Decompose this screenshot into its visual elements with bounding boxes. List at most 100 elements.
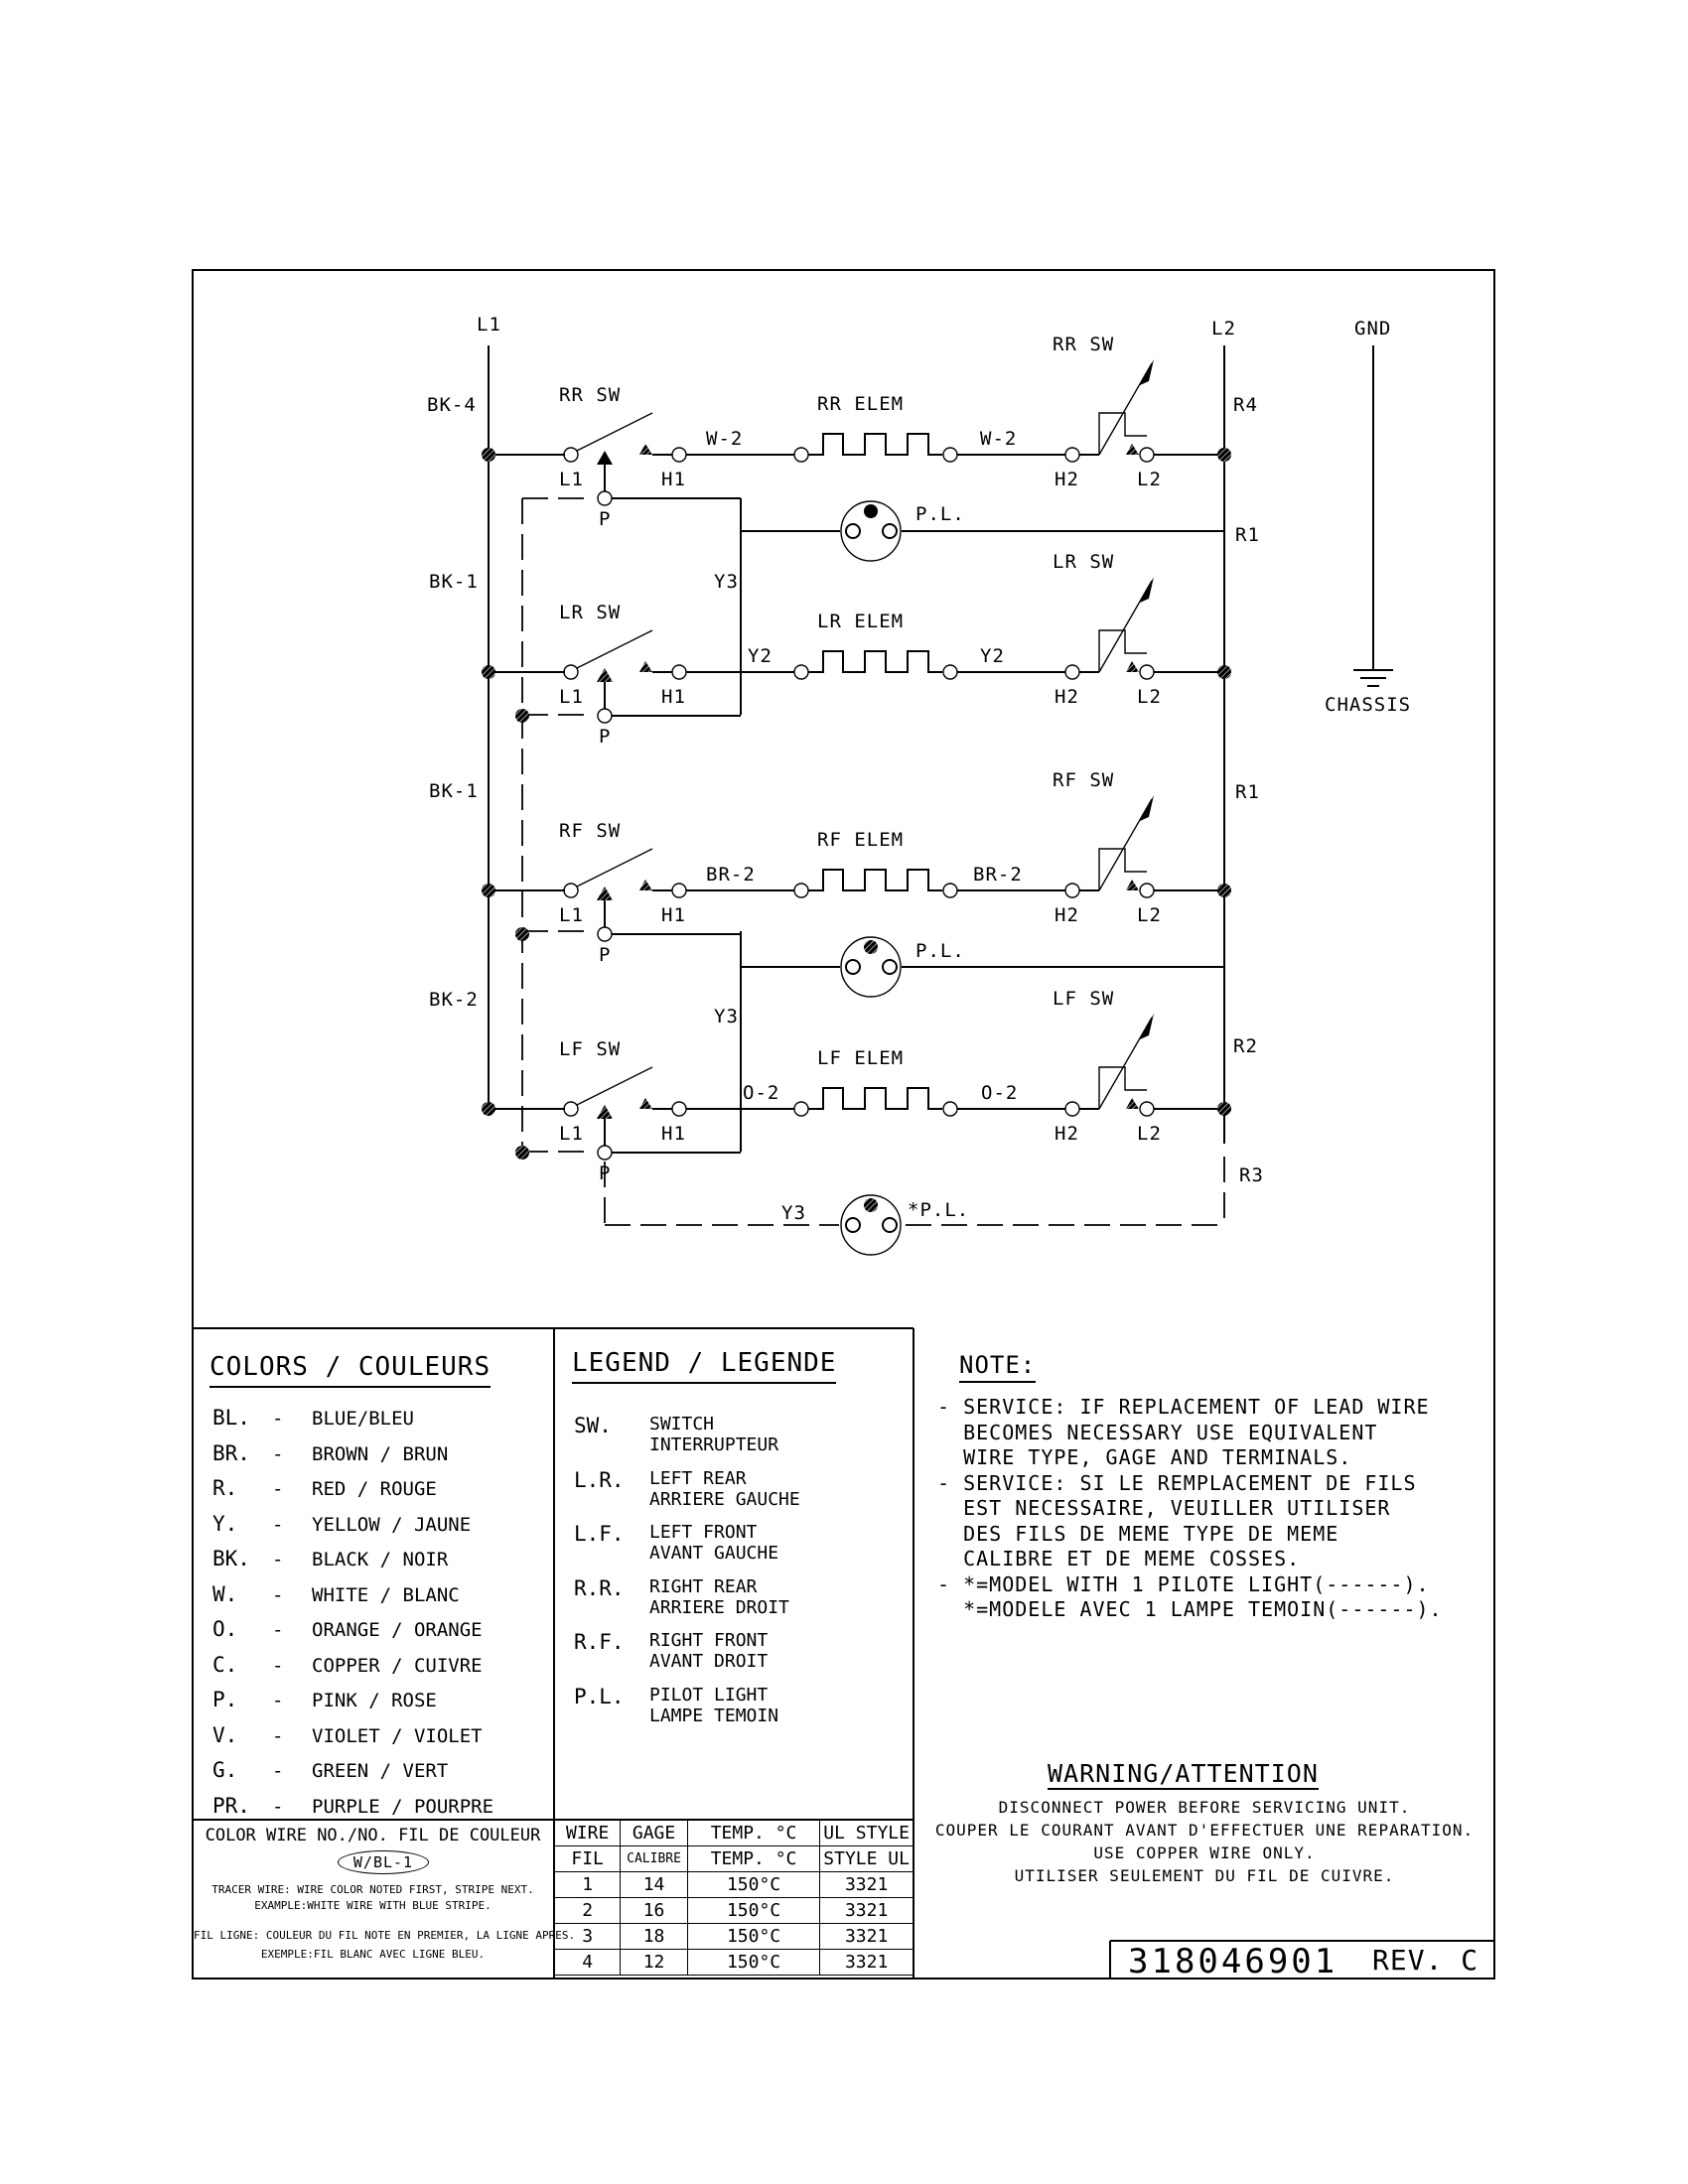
tracer-en-2: EXAMPLE:WHITE WIRE WITH BLUE STRIPE.: [254, 1899, 492, 1912]
gnd-label: GND: [1354, 318, 1391, 340]
heating-element-icon: [808, 650, 942, 673]
terminal-label: H2: [1055, 904, 1079, 926]
terminal-h1: [671, 447, 687, 463]
heating-element-icon: [808, 869, 942, 891]
colors-title: COLORS / COULEURS: [210, 1352, 492, 1388]
note-line: CALIBRE ET DE MEME COSSES.: [937, 1547, 1301, 1570]
legend-en: PILOT LIGHT: [649, 1684, 769, 1706]
legend-en: LEFT REAR: [649, 1467, 747, 1489]
table-cell: 12: [620, 1949, 688, 1976]
color-code: C.: [212, 1652, 238, 1677]
contact-icon: [1126, 1098, 1139, 1109]
header-calibre: CALIBRE: [620, 1845, 688, 1872]
color-name: VIOLET / VIOLET: [312, 1724, 483, 1747]
contact-icon: [1126, 661, 1139, 672]
pilot-light-label: P.L.: [915, 503, 965, 525]
separator: -: [272, 1690, 284, 1711]
terminal-l2: [1139, 1101, 1155, 1117]
right-wire-label: R1: [1235, 524, 1260, 546]
color-item: P. - PINK / ROSE: [212, 1688, 437, 1711]
separator: -: [272, 1724, 284, 1747]
terminal-label: L1: [559, 904, 584, 926]
color-item: BL. - BLUE/BLEU: [212, 1406, 414, 1430]
element-terminal: [793, 1101, 809, 1117]
switch-label: LR SW: [559, 602, 621, 623]
circuit-lf-sw: [482, 1014, 1231, 1160]
warning-line: UTILISER SEULEMENT DU FIL DE CUIVRE.: [1014, 1866, 1395, 1885]
color-name: BLACK / NOIR: [312, 1549, 449, 1570]
note-line: EST NECESSAIRE, VEUILLER UTILISER: [937, 1496, 1391, 1520]
legend-fr: ARRIERE DROIT: [649, 1596, 789, 1618]
example-wire-badge: W/BL-1: [338, 1850, 429, 1874]
legend-abbr: P.L.: [574, 1684, 625, 1708]
terminal-label: L2: [1137, 1123, 1162, 1145]
element-label: LF ELEM: [817, 1047, 904, 1069]
table-cell: 3321: [819, 1871, 914, 1898]
legend-en: RIGHT FRONT: [649, 1630, 769, 1651]
note-line: *=MODELE AVEC 1 LAMPE TEMOIN(------).: [937, 1597, 1443, 1621]
wire-spec-table: WIRE GAGE TEMP. °C UL STYLE FIL CALIBRE …: [553, 1820, 914, 1976]
contact-icon: [639, 661, 652, 672]
adjust-arrow: [1098, 1017, 1153, 1110]
header-temp: TEMP. °C: [686, 1820, 821, 1846]
terminal-h1: [671, 1101, 687, 1117]
terminal-label: L1: [559, 686, 584, 708]
contact-arrow-icon: [597, 668, 613, 682]
note-line: - SERVICE: SI LE REMPLACEMENT DE FILS: [937, 1470, 1417, 1495]
terminal-label: H1: [661, 686, 686, 708]
terminal-label: H2: [1055, 1123, 1079, 1145]
tracer-en-1: TRACER WIRE: WIRE COLOR NOTED FIRST, STR…: [211, 1883, 534, 1896]
legend-fr: AVANT GAUCHE: [649, 1543, 779, 1564]
color-code: G.: [212, 1758, 238, 1782]
color-code: BR.: [212, 1440, 250, 1465]
warning-line: USE COPPER WIRE ONLY.: [1093, 1843, 1316, 1862]
wire-label: W-2: [706, 428, 743, 450]
table-header-row-fr: FIL CALIBRE TEMP. °C STYLE UL: [553, 1845, 914, 1872]
wire-label: W-2: [980, 428, 1017, 450]
terminal-h2: [1064, 664, 1080, 680]
terminal-label: H1: [661, 904, 686, 926]
legend-en: SWITCH: [649, 1414, 715, 1434]
legend-fr: INTERRUPTEUR: [649, 1434, 779, 1455]
wire-label: Y2: [748, 645, 773, 667]
junction-dot: [515, 709, 529, 723]
table-cell: 3321: [819, 1923, 914, 1950]
terminal-l2: [1139, 883, 1155, 898]
left-wire-label: BK-1: [429, 780, 479, 802]
junction-dot: [1217, 665, 1231, 679]
l1-label: L1: [477, 314, 501, 336]
color-item: BR. - BROWN / BRUN: [212, 1441, 448, 1465]
junction-dot: [482, 884, 495, 897]
contact-arrow-icon: [597, 1105, 613, 1119]
contact-icon: [639, 1098, 652, 1109]
wire-label: O-2: [981, 1082, 1018, 1104]
table-cell: 150°C: [686, 1949, 821, 1976]
element-label: LR ELEM: [817, 611, 904, 632]
color-item: Y. - YELLOW / JAUNE: [212, 1512, 471, 1536]
legend-en: RIGHT REAR: [649, 1575, 758, 1597]
separator: -: [272, 1619, 284, 1641]
color-code: Y.: [212, 1511, 238, 1536]
contact-icon: [639, 880, 652, 890]
junction-dot: [515, 927, 529, 941]
separator: -: [272, 1408, 284, 1430]
circuit-rf-sw: [482, 795, 1231, 942]
junction-dot: [482, 1102, 495, 1116]
color-code: BK.: [212, 1547, 250, 1570]
table-header-row: WIRE GAGE TEMP. °C UL STYLE: [553, 1820, 914, 1846]
color-name: PINK / ROSE: [312, 1690, 437, 1711]
contact-arrow-icon: [597, 887, 613, 900]
table-cell: 150°C: [686, 1923, 821, 1950]
wire-label: O-2: [743, 1082, 779, 1104]
terminal-label: H2: [1055, 469, 1079, 490]
color-code: W.: [212, 1581, 238, 1606]
color-name: PURPLE / POURPRE: [312, 1795, 494, 1818]
table-cell: 18: [620, 1923, 688, 1950]
terminal-l1: [563, 447, 579, 463]
switch-label: RF SW: [559, 820, 621, 842]
warning-line: DISCONNECT POWER BEFORE SERVICING UNIT.: [998, 1798, 1411, 1817]
l2-label: L2: [1211, 318, 1236, 340]
element-label: RF ELEM: [817, 829, 904, 851]
terminal-h1: [671, 664, 687, 680]
color-code: R.: [212, 1476, 238, 1500]
